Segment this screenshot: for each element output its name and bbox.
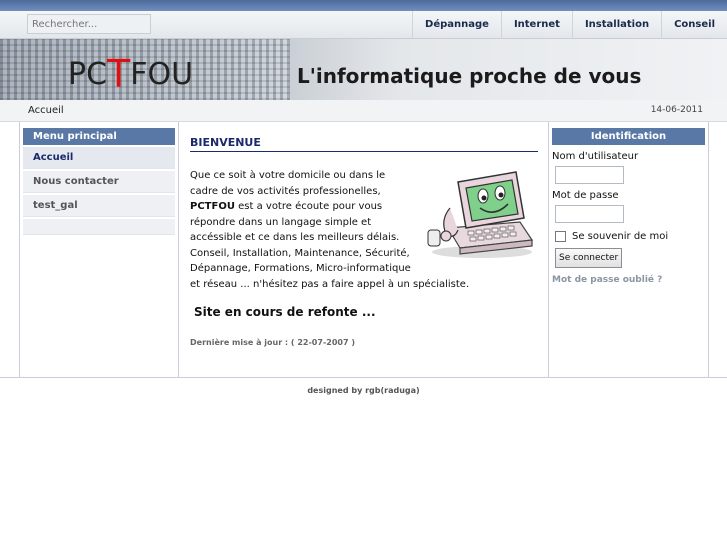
topnav-conseil[interactable]: Conseil xyxy=(661,11,727,39)
logo-text-t: T xyxy=(107,52,131,96)
remember-checkbox[interactable] xyxy=(555,231,566,242)
login-title: Identification xyxy=(552,128,705,145)
logo-text-fou: FOU xyxy=(130,57,194,92)
remember-me[interactable]: Se souvenir de moi xyxy=(555,231,708,242)
username-label: Nom d'utilisateur xyxy=(552,151,639,162)
username-field[interactable] xyxy=(555,166,624,184)
last-update: Dernière mise à jour : ( 22-07-2007 ) xyxy=(190,338,355,347)
menu-footer xyxy=(23,219,175,235)
right-sidebar: Identification Nom d'utilisateur Mot de … xyxy=(548,122,709,378)
breadcrumb-current: Accueil xyxy=(28,105,64,116)
menu-item-nous-contacter[interactable]: Nous contacter xyxy=(23,171,175,193)
left-sidebar: Menu principal Accueil Nous contacter te… xyxy=(19,122,179,378)
footer-credit[interactable]: designed by rgb(raduga) xyxy=(0,386,727,395)
main-menu-title: Menu principal xyxy=(23,128,175,145)
topnav-installation[interactable]: Installation xyxy=(571,11,661,39)
password-label: Mot de passe xyxy=(552,190,619,201)
intro-paragraph: Que ce soit à votre domicile ou dans le … xyxy=(190,168,542,292)
site-logo[interactable]: PCTFOU xyxy=(68,49,194,96)
menu-item-test-gal[interactable]: test_gal xyxy=(23,195,175,217)
top-menu: Dépannage Internet Installation Conseil xyxy=(412,11,727,39)
search-input[interactable] xyxy=(27,14,151,34)
top-navigation-row: Dépannage Internet Installation Conseil xyxy=(0,11,727,39)
breadcrumb: Accueil 14-06-2011 xyxy=(0,100,727,122)
top-accent-bar xyxy=(0,0,727,11)
refonte-notice: Site en cours de refonte ... xyxy=(194,305,376,319)
topnav-depannage[interactable]: Dépannage xyxy=(412,11,501,39)
forgot-password-link[interactable]: Mot de passe oublié ? xyxy=(552,275,708,285)
intro-brand: PCTFOU xyxy=(190,201,235,212)
footer-divider xyxy=(0,377,727,378)
page-title: BIENVENUE xyxy=(190,136,538,152)
main-menu: Accueil Nous contacter test_gal xyxy=(23,147,175,235)
password-field[interactable] xyxy=(555,205,624,223)
current-date: 14-06-2011 xyxy=(650,105,703,115)
remember-label: Se souvenir de moi xyxy=(572,231,669,242)
computer-mascot-icon xyxy=(427,171,534,258)
header-banner: PCTFOU L'informatique proche de vous xyxy=(0,39,727,100)
menu-item-accueil[interactable]: Accueil xyxy=(23,147,175,169)
main-content: BIENVENUE Que ce soit à votre domicile o… xyxy=(179,122,549,378)
login-button[interactable]: Se connecter xyxy=(555,248,623,268)
logo-text-pc: PC xyxy=(68,57,108,92)
site-tagline: L'informatique proche de vous xyxy=(297,64,642,88)
topnav-internet[interactable]: Internet xyxy=(500,11,572,39)
intro-text-before: Que ce soit à votre domicile ou dans le … xyxy=(190,170,386,197)
